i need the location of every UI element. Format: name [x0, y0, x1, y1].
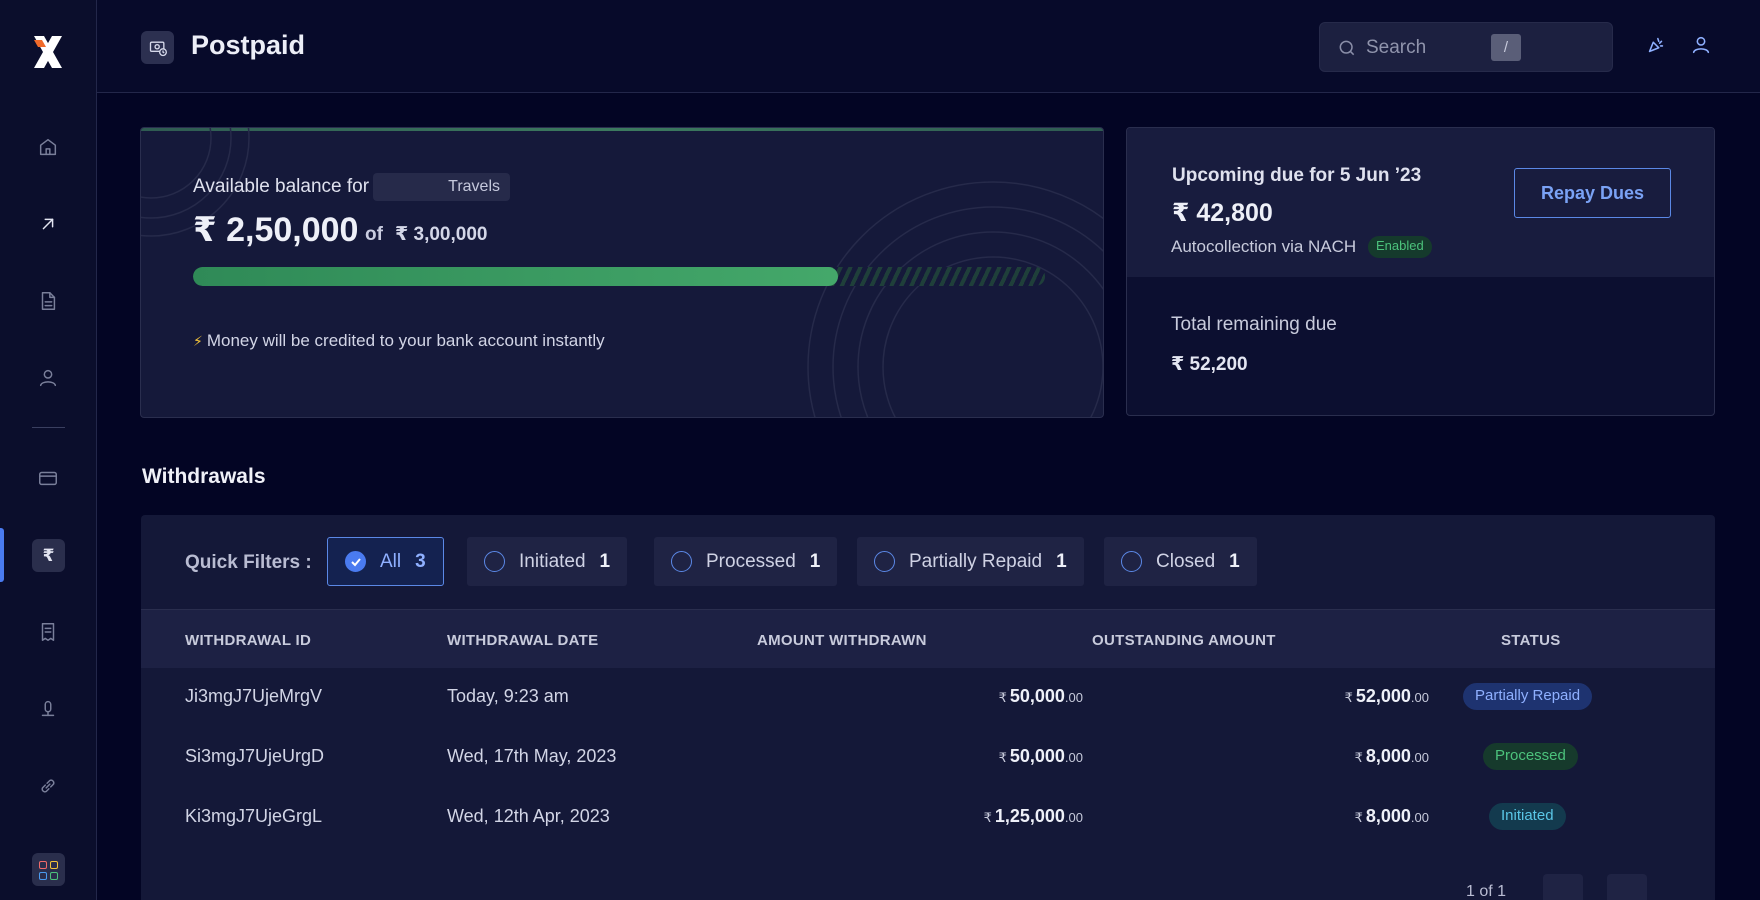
filter-count: 1	[599, 550, 611, 572]
radio-icon	[671, 551, 692, 572]
filter-partially-repaid[interactable]: Partially Repaid 1	[857, 537, 1084, 586]
search-box[interactable]	[1319, 22, 1613, 72]
balance-progress-bar	[193, 267, 1045, 286]
withdrawal-date: Wed, 17th May, 2023	[447, 746, 617, 766]
withdrawals-title: Withdrawals	[142, 465, 266, 488]
prev-page-button[interactable]	[1543, 874, 1583, 900]
check-icon	[345, 551, 366, 572]
status-badge: Partially Repaid	[1463, 683, 1593, 710]
status-badge: Initiated	[1489, 803, 1566, 830]
table-header: WITHDRAWAL ID WITHDRAWAL DATE AMOUNT WIT…	[141, 609, 1715, 668]
due-amount: ₹ 42,800	[1172, 199, 1273, 227]
filter-count: 1	[1056, 550, 1067, 572]
outstanding-amount: ₹52,000.00	[1344, 686, 1429, 706]
withdrawal-id[interactable]: Si3mgJ7UjeUrgD	[185, 746, 324, 767]
filter-label: All	[380, 550, 402, 572]
search-shortcut-key: /	[1491, 34, 1521, 61]
filter-count: 1	[809, 550, 821, 572]
credit-note: ⚡ Money will be credited to your bank acc…	[193, 331, 605, 351]
home-icon[interactable]	[33, 132, 63, 162]
due-title: Upcoming due for 5 Jun ’23	[1172, 165, 1422, 186]
decorative-circles	[807, 181, 1103, 417]
radio-icon	[1121, 551, 1142, 572]
apps-grid-icon[interactable]	[32, 853, 65, 886]
filter-label: Partially Repaid	[909, 550, 1043, 572]
nav-active-indicator	[0, 528, 4, 582]
postpaid-wallet-icon	[141, 31, 174, 64]
profile-icon[interactable]	[1690, 34, 1714, 58]
radio-icon	[484, 551, 505, 572]
status-badge: Processed	[1483, 743, 1578, 770]
outstanding-amount: ₹8,000.00	[1354, 806, 1429, 826]
column-header-id[interactable]: WITHDRAWAL ID	[185, 632, 311, 649]
credit-note-text: Money will be credited to your bank acco…	[206, 331, 605, 350]
nav-divider	[32, 427, 65, 428]
amount-withdrawn: ₹50,000.00	[998, 686, 1083, 706]
filter-count: 1	[1229, 550, 1240, 572]
withdrawal-id[interactable]: Ki3mgJ7UjeGrgL	[185, 806, 322, 827]
lightning-icon: ⚡	[193, 333, 203, 349]
document-icon[interactable]	[33, 286, 63, 316]
table-row[interactable]: Ki3mgJ7UjeGrgL Wed, 12th Apr, 2023 ₹1,25…	[141, 788, 1715, 848]
filter-count: 3	[415, 550, 426, 572]
page-title: Postpaid	[191, 30, 306, 60]
column-header-withdrawn[interactable]: AMOUNT WITHDRAWN	[757, 632, 927, 649]
column-header-outstanding[interactable]: OUTSTANDING AMOUNT	[1092, 632, 1276, 649]
outstanding-amount: ₹8,000.00	[1354, 746, 1429, 766]
withdrawal-date: Wed, 12th Apr, 2023	[447, 806, 610, 826]
of-label: of	[365, 224, 383, 245]
remaining-due-amount: ₹ 52,200	[1171, 354, 1248, 375]
credit-limit: ₹ 3,00,000	[395, 224, 488, 245]
sidebar: ₹	[0, 0, 97, 900]
available-amount: ₹ 2,50,000	[193, 211, 359, 249]
autocollection-text: Autocollection via NACH	[1171, 237, 1357, 256]
filter-all[interactable]: All 3	[327, 537, 444, 586]
filter-label: Initiated	[519, 550, 586, 572]
filter-label: Closed	[1156, 550, 1216, 572]
column-header-status[interactable]: STATUS	[1501, 632, 1561, 649]
repay-dues-button[interactable]: Repay Dues	[1514, 168, 1671, 218]
filter-closed[interactable]: Closed 1	[1104, 537, 1257, 586]
brand-logo[interactable]	[30, 32, 66, 72]
user-icon[interactable]	[33, 363, 63, 393]
available-balance-card: Available balance for Travels ₹ 2,50,000…	[140, 127, 1104, 418]
status-badge: Enabled	[1368, 236, 1432, 258]
withdrawals-panel: Quick Filters : All 3 Initiated 1 Proces…	[141, 515, 1715, 900]
receipt-icon[interactable]	[33, 617, 63, 647]
next-page-button[interactable]	[1607, 874, 1647, 900]
card-icon[interactable]	[33, 463, 63, 493]
whats-new-icon[interactable]	[1645, 34, 1669, 58]
top-header: Postpaid /	[97, 0, 1760, 93]
filter-processed[interactable]: Processed 1	[654, 537, 838, 586]
radio-icon	[874, 551, 895, 572]
upcoming-due-card: Upcoming due for 5 Jun ’23 ₹ 42,800 Auto…	[1126, 127, 1715, 416]
column-header-date[interactable]: WITHDRAWAL DATE	[447, 632, 598, 649]
card-accent-line	[141, 128, 1103, 131]
amount-withdrawn: ₹50,000.00	[998, 746, 1083, 766]
remaining-due-label: Total remaining due	[1171, 314, 1337, 335]
search-input[interactable]	[1366, 33, 1556, 63]
table-row[interactable]: Ji3mgJ7UjeMrgV Today, 9:23 am ₹50,000.00…	[141, 668, 1715, 728]
balance-label: Available balance for	[193, 176, 370, 197]
filter-label: Processed	[706, 550, 796, 572]
mic-icon[interactable]	[33, 694, 63, 724]
filter-initiated[interactable]: Initiated 1	[467, 537, 628, 586]
balance-progress-fill	[193, 267, 838, 286]
arrow-up-right-icon[interactable]	[33, 209, 63, 239]
quick-filters-label: Quick Filters :	[185, 552, 312, 573]
withdrawal-date: Today, 9:23 am	[447, 686, 569, 706]
amount-withdrawn: ₹1,25,000.00	[983, 806, 1083, 826]
rupee-icon[interactable]: ₹	[32, 539, 65, 572]
pagination-text: 1 of 1	[1466, 883, 1507, 900]
table-row[interactable]: Si3mgJ7UjeUrgD Wed, 17th May, 2023 ₹50,0…	[141, 728, 1715, 788]
account-tag: Travels	[373, 173, 510, 201]
withdrawal-id[interactable]: Ji3mgJ7UjeMrgV	[185, 686, 322, 707]
link-icon[interactable]	[33, 771, 63, 801]
search-icon	[1339, 40, 1355, 56]
